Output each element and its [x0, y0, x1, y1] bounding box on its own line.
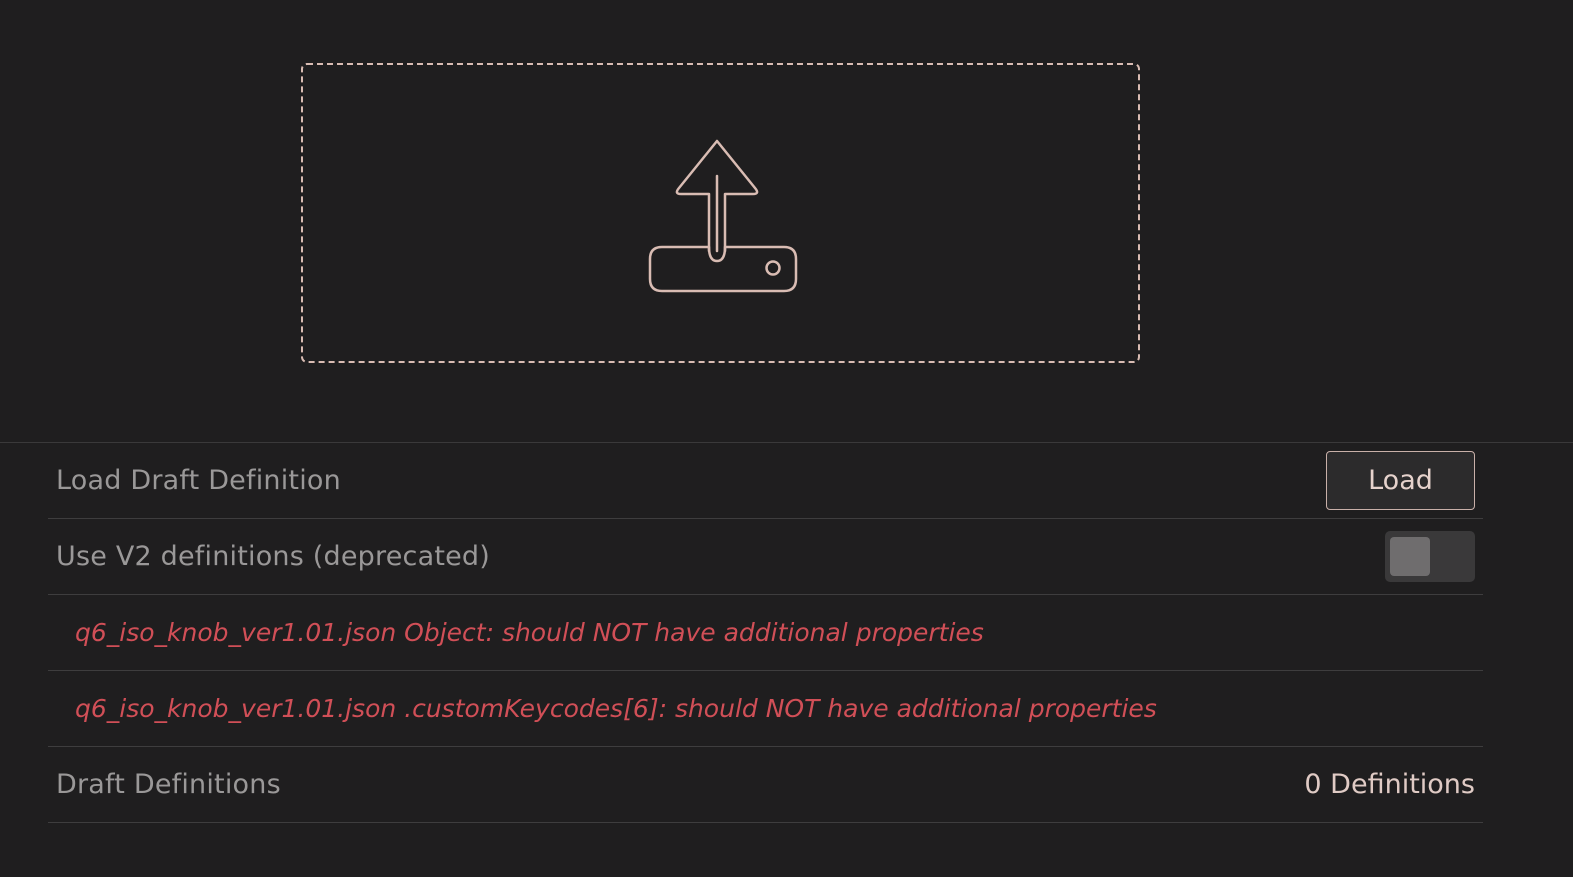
- upload-area: [0, 0, 1573, 442]
- file-dropzone[interactable]: [301, 63, 1140, 363]
- error-row: q6_iso_knob_ver1.01.json Object: should …: [48, 595, 1483, 671]
- load-draft-row: Load Draft Definition Load: [48, 443, 1483, 519]
- toggle-knob[interactable]: [1390, 537, 1430, 576]
- load-draft-label: Load Draft Definition: [56, 465, 341, 496]
- load-button[interactable]: Load: [1326, 451, 1475, 510]
- error-message: q6_iso_knob_ver1.01.json Object: should …: [75, 618, 984, 647]
- draft-definitions-label: Draft Definitions: [56, 769, 281, 800]
- page: Load Draft Definition Load Use V2 defini…: [0, 0, 1573, 877]
- definitions-count: 0 Definitions: [1304, 769, 1475, 800]
- error-row: q6_iso_knob_ver1.01.json .customKeycodes…: [48, 671, 1483, 747]
- settings-list: Load Draft Definition Load Use V2 defini…: [48, 443, 1483, 823]
- use-v2-label: Use V2 definitions (deprecated): [56, 541, 490, 572]
- use-v2-row: Use V2 definitions (deprecated): [48, 519, 1483, 595]
- draft-definitions-row: Draft Definitions 0 Definitions: [48, 747, 1483, 823]
- use-v2-toggle[interactable]: [1385, 531, 1475, 582]
- upload-icon: [648, 139, 798, 293]
- error-message: q6_iso_knob_ver1.01.json .customKeycodes…: [75, 694, 1157, 723]
